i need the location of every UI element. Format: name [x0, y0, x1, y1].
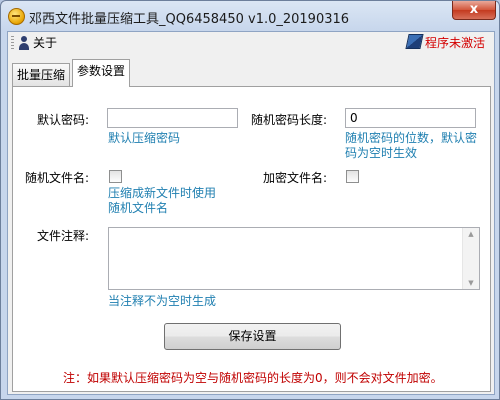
user-icon — [18, 36, 30, 50]
menu-activation-status[interactable]: 程序未激活 — [405, 34, 486, 51]
settings-panel: 默认密码: 默认压缩密码 随机密码长度: 0 随机密码的位数，默认密 码为空时生… — [12, 86, 491, 392]
file-comment-textarea[interactable]: ▲ ▼ — [108, 227, 480, 290]
default-password-label: 默认密码: — [37, 113, 90, 127]
scroll-down-icon[interactable]: ▼ — [463, 277, 479, 289]
menu-about[interactable]: 关于 — [18, 34, 57, 52]
file-comment-label: 文件注释: — [37, 229, 90, 243]
encrypt-filename-label: 加密文件名: — [263, 171, 328, 185]
close-button[interactable]: x — [452, 1, 496, 20]
menu-bar: 关于 程序未激活 — [8, 32, 494, 54]
hint-line: 随机文件名 — [108, 201, 169, 215]
menu-about-label: 关于 — [33, 36, 58, 50]
app-window: 邓西文件批量压缩工具_QQ6458450 v1.0_20190316 x 关于 … — [0, 0, 500, 400]
random-filename-hint: 压缩成新文件时使用 随机文件名 — [108, 186, 216, 216]
scroll-up-icon[interactable]: ▲ — [463, 228, 479, 240]
save-settings-button[interactable]: 保存设置 — [164, 323, 341, 350]
hint-line: 压缩成新文件时使用 — [108, 186, 217, 200]
tab-batch-compress[interactable]: 批量压缩 — [12, 63, 71, 86]
encrypt-filename-checkbox[interactable] — [346, 170, 359, 183]
random-filename-checkbox[interactable] — [109, 170, 122, 183]
title-bar[interactable]: 邓西文件批量压缩工具_QQ6458450 v1.0_20190316 x — [1, 1, 499, 31]
default-password-hint: 默认压缩密码 — [108, 131, 181, 145]
file-comment-hint: 当注释不为空时生成 — [108, 294, 217, 308]
client-area: 关于 程序未激活 批量压缩 参数设置 默认密码: 默认压缩密码 随机密码长度: … — [7, 31, 495, 395]
comment-scrollbar[interactable]: ▲ ▼ — [462, 228, 479, 289]
random-password-length-hint: 随机密码的位数，默认密 码为空时生效 — [345, 131, 477, 161]
app-logo-icon — [8, 8, 25, 25]
book-icon — [405, 34, 424, 49]
tab-settings[interactable]: 参数设置 — [72, 59, 131, 87]
encryption-note: 注：如果默认压缩密码为空与随机密码的长度为0，则不会对文件加密。 — [63, 371, 443, 385]
random-filename-label: 随机文件名: — [25, 171, 90, 185]
window-title: 邓西文件批量压缩工具_QQ6458450 v1.0_20190316 — [29, 12, 350, 27]
hint-line: 码为空时生效 — [345, 146, 418, 160]
default-password-field[interactable] — [107, 108, 238, 128]
hint-line: 随机密码的位数，默认密 — [345, 131, 478, 145]
random-password-length-label: 随机密码长度: — [251, 113, 328, 127]
menu-grip-icon — [11, 36, 14, 50]
random-password-length-field[interactable]: 0 — [345, 108, 476, 128]
activation-label: 程序未激活 — [425, 36, 486, 50]
